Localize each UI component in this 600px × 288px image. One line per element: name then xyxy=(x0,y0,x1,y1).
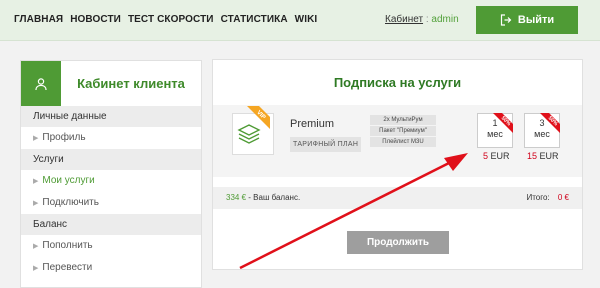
sidebar-item-label: Профиль xyxy=(42,132,86,143)
top-navigation-bar: ГЛАВНАЯ НОВОСТИ ТЕСТ СКОРОСТИ СТАТИСТИКА… xyxy=(0,0,600,41)
total-value: 0 € xyxy=(557,193,569,202)
nav-home[interactable]: ГЛАВНАЯ xyxy=(14,14,63,25)
username: admin xyxy=(431,14,459,25)
nav-speed-test[interactable]: ТЕСТ СКОРОСТИ xyxy=(128,14,214,25)
sidebar-title: Кабинет клиента xyxy=(77,76,185,91)
panel-title: Подписка на услуги xyxy=(333,75,462,90)
nav-wiki[interactable]: WIKI xyxy=(295,14,318,25)
logout-icon xyxy=(500,14,512,26)
arrow-right-icon: ▶ xyxy=(33,178,39,185)
arrow-right-icon: ▶ xyxy=(33,265,39,272)
sidebar-group-personal: Личные данные xyxy=(21,106,201,127)
balance-text: - Ваш баланс. xyxy=(248,193,301,202)
subscription-panel: Подписка на услуги VIP Premium ТАРИФНЫЙ … xyxy=(212,59,583,270)
sidebar-item-connect[interactable]: ▶ Подключить xyxy=(21,192,201,214)
sidebar-item-transfer[interactable]: ▶ Перевести xyxy=(21,257,201,279)
balance-info: 334 € - Ваш баланс. xyxy=(226,193,300,202)
total-label: Итого: xyxy=(526,193,550,202)
sidebar-item-profile[interactable]: ▶ Профиль xyxy=(21,127,201,149)
period-option-1-month[interactable]: 1 мес 50% xyxy=(477,113,513,148)
period-option-3-months[interactable]: 3 мес 50% xyxy=(524,113,560,148)
feature-item: Плейлист M3U xyxy=(370,137,436,147)
feature-list: 2х МультиРум Пакет "Премиум" Плейлист M3… xyxy=(370,115,436,148)
sidebar-item-label: Пополнить xyxy=(42,240,93,251)
arrow-right-icon: ▶ xyxy=(33,135,39,142)
logout-button[interactable]: Выйти xyxy=(476,6,578,34)
product-name: Premium xyxy=(290,118,335,130)
price-currency: EUR xyxy=(490,151,510,161)
cabinet-link[interactable]: Кабинет xyxy=(385,14,423,25)
client-cabinet-sidebar: Кабинет клиента Личные данные ▶ Профиль У… xyxy=(20,60,202,288)
discount-ribbon-icon: 50% xyxy=(540,113,560,133)
feature-item: Пакет "Премиум" xyxy=(370,126,436,136)
price-3-months: 15 EUR xyxy=(527,151,559,161)
balance-amount: 334 € xyxy=(226,193,247,202)
product-row: VIP Premium ТАРИФНЫЙ ПЛАН 2х МультиРум П… xyxy=(213,105,582,177)
arrow-right-icon: ▶ xyxy=(33,200,39,207)
nav-statistics[interactable]: СТАТИСТИКА xyxy=(221,14,288,25)
cabinet-separator: : xyxy=(425,14,429,25)
vip-ribbon-icon: VIP xyxy=(247,106,270,129)
price-value: 15 xyxy=(527,151,538,161)
total-info: Итого: 0 € xyxy=(526,193,569,202)
sidebar-item-top-up[interactable]: ▶ Пополнить xyxy=(21,235,201,257)
summary-row: 334 € - Ваш баланс. Итого: 0 € xyxy=(213,187,582,209)
sidebar-item-label: Подключить xyxy=(42,197,99,208)
price-value: 5 xyxy=(483,151,489,161)
product-plan-label: ТАРИФНЫЙ ПЛАН xyxy=(290,137,362,152)
price-1-month: 5 EUR xyxy=(483,151,510,161)
sidebar-item-label: Перевести xyxy=(42,262,93,273)
main-nav: ГЛАВНАЯ НОВОСТИ ТЕСТ СКОРОСТИ СТАТИСТИКА… xyxy=(14,14,317,25)
feature-item: 2х МультиРум xyxy=(370,115,436,125)
cabinet-user-info: Кабинет : admin xyxy=(385,14,459,25)
nav-news[interactable]: НОВОСТИ xyxy=(70,14,121,25)
sidebar-header: Кабинет клиента xyxy=(21,61,201,106)
discount-ribbon-icon: 50% xyxy=(493,113,513,133)
sidebar-group-services: Услуги xyxy=(21,149,201,170)
arrow-right-icon: ▶ xyxy=(33,243,39,250)
sidebar-item-label: Мои услуги xyxy=(42,175,95,186)
logout-label: Выйти xyxy=(517,14,555,26)
continue-button[interactable]: Продолжить xyxy=(347,231,449,254)
user-icon xyxy=(21,61,61,106)
sidebar-item-my-services[interactable]: ▶ Мои услуги xyxy=(21,170,201,192)
sidebar-group-balance: Баланс xyxy=(21,214,201,235)
price-currency: EUR xyxy=(539,151,559,161)
